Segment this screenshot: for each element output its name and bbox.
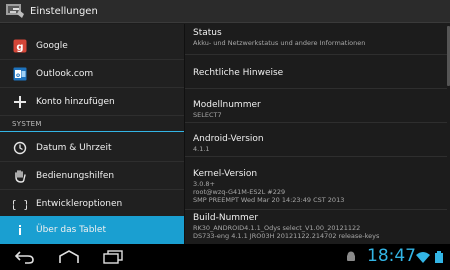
sidebar-item-outlook[interactable]: o Outlook.com [0, 60, 184, 88]
row-summary: Akku- und Netzwerkstatus und andere Info… [193, 39, 366, 47]
row-value: SELECT7 [193, 111, 222, 119]
row-title: Build-Nummer [193, 213, 259, 223]
sidebar-item-label: Konto hinzufügen [36, 96, 115, 107]
svg-text:{ }: { } [13, 198, 27, 211]
recent-apps-button[interactable] [100, 247, 126, 267]
recent-apps-icon [103, 250, 123, 264]
home-icon [59, 250, 79, 263]
wifi-icon [416, 252, 430, 263]
row-value: 4.1.1 [193, 145, 210, 153]
svg-text:g: g [16, 42, 23, 53]
row-value: DS733-eng 4.1.1 JRO03H 20121122.214702 r… [193, 232, 380, 240]
row-title: Modellnummer [193, 100, 261, 110]
page-title: Einstellungen [30, 5, 98, 17]
row-title: Kernel-Version [193, 169, 258, 179]
battery-icon [435, 251, 443, 263]
row-title: Status [193, 28, 222, 38]
status-clock: 18:47 [367, 246, 416, 266]
android-version-row[interactable]: Android-Version 4.1.1 [185, 123, 447, 157]
back-button[interactable] [12, 247, 38, 267]
row-title: Android-Version [193, 134, 264, 144]
sidebar-item-label: Outlook.com [36, 68, 94, 79]
section-header-system: SYSTEM [0, 116, 184, 132]
action-bar: Einstellungen [0, 0, 450, 23]
sidebar-item-date-time[interactable]: Datum & Uhrzeit [0, 134, 184, 162]
row-value: SMP PREEMPT Wed Mar 20 14:23:49 CST 2013 [193, 196, 345, 204]
sidebar-item-label: Google [36, 40, 68, 51]
row-value: root@wzq-G41M-ES2L #229 [193, 188, 286, 196]
info-icon [12, 222, 28, 238]
sidebar-item-label: Über das Tablet [36, 224, 106, 235]
sidebar-item-google[interactable]: g Google [0, 32, 184, 60]
sidebar-item-accessibility[interactable]: Bedienungshilfen [0, 162, 184, 190]
sidebar-item-about-tablet[interactable]: Über das Tablet [0, 216, 184, 244]
sidebar-item-label: Bedienungshilfen [36, 170, 115, 181]
sidebar-item-label: Datum & Uhrzeit [36, 142, 112, 153]
braces-icon: { } [12, 196, 28, 212]
kernel-version-row: Kernel-Version 3.0.8+ root@wzq-G41M-ES2L… [185, 157, 447, 210]
back-icon [14, 251, 34, 264]
section-header-label: SYSTEM [12, 119, 42, 128]
home-button[interactable] [56, 247, 82, 267]
clock-icon [12, 140, 28, 156]
row-value: 3.0.8+ [193, 180, 215, 188]
settings-icon[interactable] [5, 2, 25, 20]
about-tablet-pane: Status Akku- und Netzwerkstatus und ande… [185, 24, 450, 244]
status-row[interactable]: Status Akku- und Netzwerkstatus und ande… [185, 24, 447, 55]
system-nav-bar: 18:47 [0, 244, 450, 270]
model-row: Modellnummer SELECT7 [185, 89, 447, 123]
legal-row[interactable]: Rechtliche Hinweise [185, 55, 447, 89]
settings-sidebar: g Google o Outlook.com Konto hinzufügen … [0, 24, 185, 244]
sidebar-item-developer-options[interactable]: { } Entwickleroptionen [0, 190, 184, 218]
row-title: Rechtliche Hinweise [193, 68, 284, 78]
android-debug-icon [347, 251, 355, 261]
build-number-row[interactable]: Build-Nummer RK30_ANDROID4.1.1_Odys sele… [185, 210, 447, 244]
hand-icon [12, 168, 28, 184]
sidebar-item-label: Entwickleroptionen [36, 198, 123, 209]
google-icon: g [12, 38, 28, 54]
outlook-icon: o [12, 66, 28, 82]
sidebar-item-add-account[interactable]: Konto hinzufügen [0, 88, 184, 116]
plus-icon [12, 94, 28, 110]
svg-text:o: o [16, 72, 20, 79]
row-value: RK30_ANDROID4.1.1_Odys select_V1.00_2012… [193, 224, 361, 232]
